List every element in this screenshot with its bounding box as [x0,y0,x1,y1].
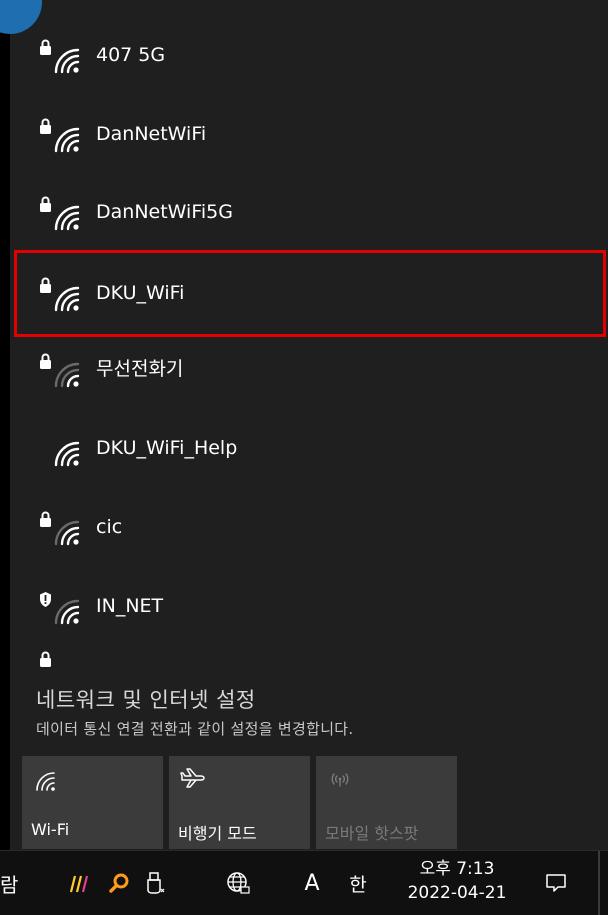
wifi-lock-icon [40,651,51,667]
wifi-lock-icon [40,39,80,74]
wifi-icon [36,772,55,791]
settings-title[interactable]: 네트워크 및 인터넷 설정 [36,684,353,714]
tile-label: 모바일 핫스팟 [325,824,419,843]
airplane-mode-tile[interactable]: 비행기 모드 [169,756,310,849]
network-name: 무선전화기 [96,358,184,380]
network-item-dku-wifi-help[interactable]: DKU_WiFi_Help [10,409,608,487]
usb-drive-icon[interactable] [140,851,170,915]
app-wave-icon[interactable] [66,851,96,915]
wifi-lock-icon [40,511,80,546]
network-name: 407 5G [96,44,166,66]
wifi-lock-icon [40,118,80,153]
wifi-toggle-tile[interactable]: Wi-Fi [22,756,163,849]
wifi-lock-icon [40,196,80,231]
network-item-dku-wifi[interactable]: DKU_WiFi [14,250,606,337]
wifi-open-icon [54,441,80,467]
left-edge-strip [0,0,10,850]
settings-description: 데이터 통신 연결 전환과 같이 설정을 변경합니다. [36,720,354,738]
ime-label: 한 [349,873,367,896]
network-item-407-5g[interactable]: 407 5G [10,16,608,94]
network-item-cordless-phone[interactable]: 무선전화기 [10,330,608,408]
network-item-dannetwifi[interactable]: DanNetWiFi [10,95,608,173]
wifi-lock-icon [40,353,80,388]
network-name: DKU_WiFi_Help [96,437,238,459]
network-item-in-net[interactable]: IN_NET [10,567,608,645]
wifi-shield-icon [40,592,80,625]
wifi-lock-icon [40,277,80,312]
network-flyout: 407 5G DanNetWiFi DanNetWiFi5G DKU_WiFi … [10,0,608,850]
network-name: DanNetWiFi [96,123,207,145]
mobile-hotspot-tile[interactable]: 모바일 핫스팟 [316,756,457,849]
network-settings-link[interactable]: 네트워크 및 인터넷 설정 데이터 통신 연결 전환과 같이 설정을 변경합니다… [36,684,353,739]
taskbar-clock[interactable]: 오후 7:13 2022-04-21 [388,857,526,905]
action-center-icon[interactable] [540,851,572,915]
clock-time: 오후 7:13 [419,859,495,879]
taskbar-truncated-app[interactable]: 람 [0,851,32,915]
network-item-partial[interactable] [38,650,82,674]
input-mode-indicator[interactable]: A [297,851,327,915]
ime-indicator[interactable]: 한 [343,851,373,915]
network-item-dannetwifi5g[interactable]: DanNetWiFi5G [10,173,608,251]
taskbar: 람 A 한 오후 7:13 2022-04-21 [0,850,608,915]
airplane-icon [180,768,205,788]
network-name: IN_NET [96,595,164,617]
search-icon[interactable] [104,851,134,915]
network-name: DanNetWiFi5G [96,201,233,223]
clock-date: 2022-04-21 [407,883,507,903]
show-desktop-divider[interactable] [598,851,600,915]
network-name: DKU_WiFi [96,282,185,304]
globe-network-icon[interactable] [222,851,254,915]
tile-label: Wi-Fi [31,820,70,839]
tile-label: 비행기 모드 [178,824,257,843]
network-name: cic [96,516,123,538]
hotspot-icon [331,773,349,787]
network-item-cic[interactable]: cic [10,488,608,566]
